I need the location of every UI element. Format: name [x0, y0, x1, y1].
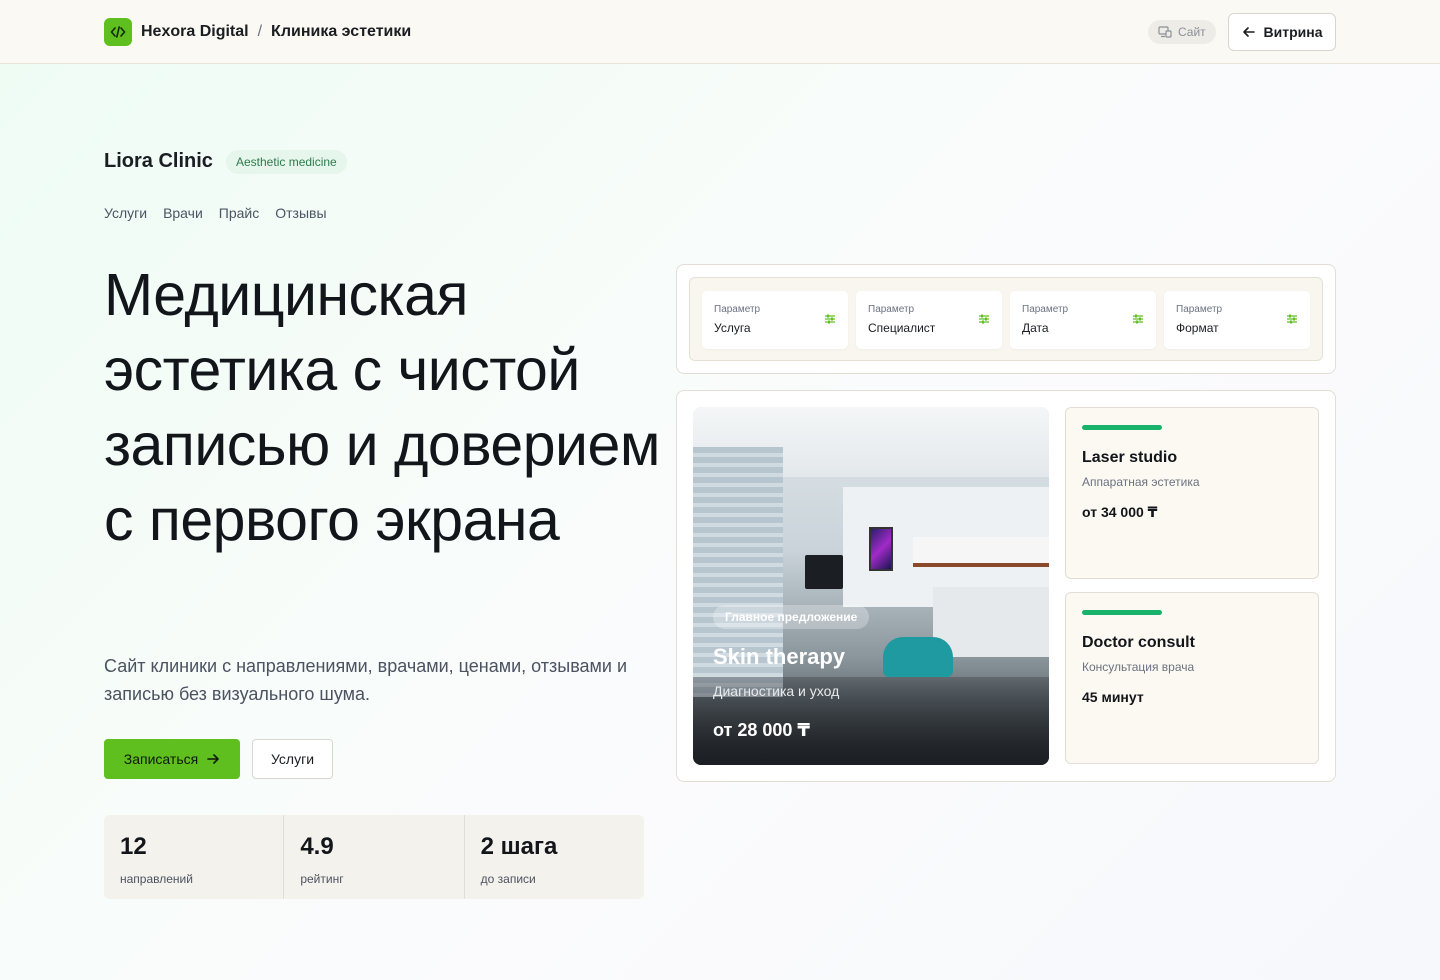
- service-subtitle: Консультация врача: [1082, 660, 1195, 674]
- dental-chair: [883, 637, 953, 677]
- breadcrumb-separator: /: [257, 23, 263, 40]
- stat-value: 12: [120, 833, 147, 860]
- filter-format[interactable]: Параметр Формат: [1164, 291, 1310, 349]
- sliders-icon: [979, 314, 989, 324]
- sliders-icon: [825, 314, 835, 324]
- stat-steps: 2 шага до записи: [465, 815, 644, 899]
- arrow-left-icon: [1242, 27, 1255, 37]
- nav-item-services[interactable]: Услуги: [104, 205, 147, 221]
- book-button[interactable]: Записаться: [104, 739, 240, 779]
- brand-name: Hexora Digital: [141, 23, 249, 40]
- clinic-nav: Услуги Врачи Прайс Отзывы: [104, 205, 327, 221]
- stat-label: направлений: [120, 872, 193, 886]
- sliders-icon: [1287, 314, 1297, 324]
- filter-specialist[interactable]: Параметр Специалист: [856, 291, 1002, 349]
- filter-label: Параметр: [868, 304, 915, 315]
- services-button-label: Услуги: [270, 751, 315, 767]
- feature-title: Skin therapy: [713, 644, 846, 669]
- service-card-laser[interactable]: Laser studio Аппаратная эстетика от 34 0…: [1065, 407, 1319, 579]
- stat-value: 2 шага: [480, 833, 558, 860]
- stat-directions: 12 направлений: [104, 815, 285, 899]
- hero-title: Медицинская эстетика с чистой записью и …: [104, 262, 660, 553]
- brand[interactable]: Hexora Digital / Клиника эстетики: [104, 18, 411, 46]
- showcase-button[interactable]: Витрина: [1228, 13, 1336, 51]
- service-card-consult[interactable]: Doctor consult Консультация врача 45 мин…: [1065, 592, 1319, 764]
- filter-value: Специалист: [868, 321, 936, 335]
- sliders-icon: [1133, 314, 1143, 324]
- page-name: Клиника эстетики: [271, 23, 412, 40]
- filter-value: Формат: [1176, 321, 1219, 335]
- service-subtitle: Аппаратная эстетика: [1082, 475, 1200, 489]
- room-artwork: [869, 527, 893, 571]
- services-button[interactable]: Услуги: [252, 739, 333, 779]
- stat-label: рейтинг: [300, 872, 344, 886]
- stat-label: до записи: [480, 872, 536, 886]
- filter-service[interactable]: Параметр Услуга: [702, 291, 848, 349]
- service-title: Doctor consult: [1082, 634, 1195, 651]
- filter-value: Дата: [1022, 321, 1049, 335]
- top-bar: Hexora Digital / Клиника эстетики Сайт В…: [0, 0, 1440, 64]
- feature-price: от 28 000 ₸: [713, 720, 810, 740]
- site-pill[interactable]: Сайт: [1148, 20, 1216, 44]
- service-title: Laser studio: [1082, 449, 1178, 466]
- service-accent-bar: [1082, 425, 1162, 430]
- service-accent-bar: [1082, 610, 1162, 615]
- code-icon: [104, 18, 132, 46]
- service-price: от 34 000 ₸: [1082, 504, 1158, 520]
- arrow-right-icon: [207, 754, 220, 764]
- filter-value: Услуга: [714, 321, 751, 335]
- nav-item-prices[interactable]: Прайс: [219, 205, 259, 221]
- book-button-label: Записаться: [123, 751, 199, 767]
- room-monitor: [805, 555, 843, 589]
- devices-icon: [1158, 26, 1172, 38]
- filter-label: Параметр: [1022, 304, 1069, 315]
- showcase-label: Витрина: [1263, 24, 1323, 40]
- site-label: Сайт: [1178, 25, 1206, 39]
- content-panel: Главное предложение Skin therapy Диагнос…: [676, 390, 1336, 782]
- filter-row: Параметр Услуга Параметр Специалист Пара…: [689, 277, 1323, 361]
- room-cabinet: [913, 537, 1049, 567]
- service-price: 45 минут: [1082, 689, 1144, 705]
- stat-rating: 4.9 рейтинг: [284, 815, 465, 899]
- feature-card[interactable]: Главное предложение Skin therapy Диагнос…: [693, 407, 1049, 765]
- stats-bar: 12 направлений 4.9 рейтинг 2 шага до зап…: [104, 815, 644, 899]
- filter-label: Параметр: [1176, 304, 1223, 315]
- filter-label: Параметр: [714, 304, 761, 315]
- clinic-tag: Aesthetic medicine: [226, 150, 347, 174]
- stat-value: 4.9: [300, 833, 334, 860]
- filter-date[interactable]: Параметр Дата: [1010, 291, 1156, 349]
- hero-subtitle: Сайт клиники с направлениями, врачами, ц…: [104, 656, 628, 704]
- feature-subtitle: Диагностика и уход: [713, 683, 840, 699]
- nav-item-reviews[interactable]: Отзывы: [275, 205, 326, 221]
- nav-item-doctors[interactable]: Врачи: [163, 205, 203, 221]
- feature-badge: Главное предложение: [713, 605, 870, 629]
- filter-panel: Параметр Услуга Параметр Специалист Пара…: [676, 264, 1336, 374]
- clinic-name: Liora Clinic: [104, 150, 213, 172]
